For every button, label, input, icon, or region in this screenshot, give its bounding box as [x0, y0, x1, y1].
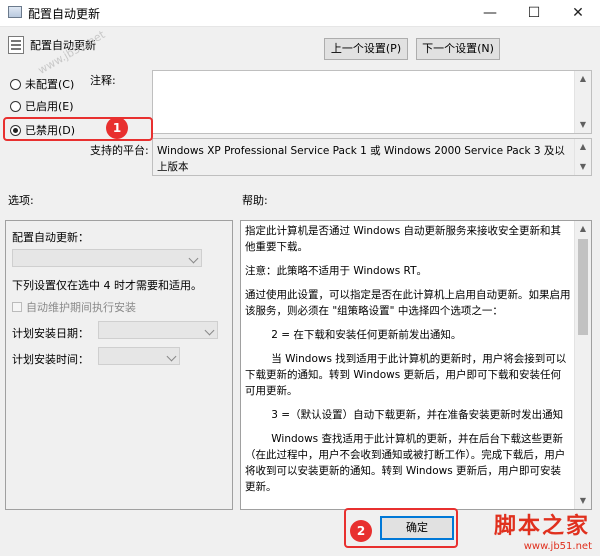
comment-label: 注释: — [90, 74, 116, 87]
maximize-button[interactable]: ☐ — [512, 0, 556, 26]
radio-not-configured[interactable]: 未配置(C) — [10, 76, 74, 92]
annotation-highlight-disabled — [3, 117, 153, 141]
scroll-up-icon[interactable]: ▲ — [575, 139, 591, 155]
help-paragraph: 3 =（默认设置）自动下载更新，并在准备安装更新时发出通知 — [271, 409, 564, 421]
scroll-down-icon[interactable]: ▼ — [575, 159, 591, 175]
help-paragraph: 通过使用此设置，可以指定是否在此计算机上启用自动更新。如果启用该服务，则必须在 … — [245, 289, 571, 317]
platform-scrollbar[interactable]: ▲ ▼ — [574, 139, 591, 175]
radio-label: 未配置(C) — [25, 78, 75, 91]
maintenance-checkbox-label: 自动维护期间执行安装 — [26, 301, 136, 314]
minimize-button[interactable]: — — [468, 0, 512, 26]
supported-platform-label: 支持的平台: — [90, 144, 149, 157]
help-text: 指定此计算机是否通过 Windows 自动更新服务来接收安全更新和其他重要下载。… — [245, 223, 571, 503]
options-note: 下列设置仅在选中 4 时才需要和适用。 — [12, 279, 202, 292]
radio-circle[interactable] — [10, 100, 21, 112]
options-panel: 配置自动更新： 下列设置仅在选中 4 时才需要和适用。 自动维护期间执行安装 计… — [5, 220, 233, 510]
chevron-down-icon — [188, 253, 199, 264]
help-paragraph: 指定此计算机是否通过 Windows 自动更新服务来接收安全更新和其他重要下载。 — [245, 225, 562, 253]
app-icon — [8, 6, 22, 18]
comment-scrollbar[interactable]: ▲ ▼ — [574, 71, 591, 133]
scroll-up-icon[interactable]: ▲ — [575, 71, 591, 87]
help-section-label: 帮助: — [242, 194, 268, 207]
help-scrollbar[interactable]: ▲ ▼ — [574, 221, 591, 509]
comment-textbox[interactable]: ▲ ▼ — [152, 70, 592, 134]
config-update-combo[interactable] — [12, 249, 202, 267]
radio-circle[interactable] — [10, 78, 21, 90]
help-paragraph: Windows 查找适用于此计算机的更新，并在后台下载这些更新（在此过程中，用户… — [245, 433, 566, 493]
install-day-combo[interactable] — [98, 321, 218, 339]
radio-enabled[interactable]: 已启用(E) — [10, 98, 74, 114]
policy-icon — [8, 36, 24, 54]
maintenance-install-option[interactable]: 自动维护期间执行安装 — [12, 299, 136, 315]
title-bar: 配置自动更新 — ☐ ✕ — [0, 0, 600, 27]
scroll-down-icon[interactable]: ▼ — [575, 493, 591, 509]
help-paragraph: 2 = 在下载和安装任何更新前发出通知。 — [271, 329, 462, 341]
supported-platform-box: Windows XP Professional Service Pack 1 或… — [152, 138, 592, 176]
window-title: 配置自动更新 — [28, 7, 101, 21]
annotation-badge-1: 1 — [106, 117, 128, 139]
annotation-badge-2: 2 — [350, 520, 372, 542]
radio-label: 已启用(E) — [25, 100, 74, 113]
help-paragraph: 当 Windows 找到适用于此计算机的更新时，用户将会接到可以下载更新的通知。… — [245, 353, 567, 397]
scroll-thumb[interactable] — [578, 239, 588, 335]
chevron-down-icon — [204, 325, 215, 336]
next-setting-button[interactable]: 下一个设置(N) — [416, 38, 500, 60]
previous-setting-button[interactable]: 上一个设置(P) — [324, 38, 408, 60]
help-paragraph: 注意：此策略不适用于 Windows RT。 — [245, 265, 427, 277]
chevron-down-icon — [166, 351, 177, 362]
config-update-label: 配置自动更新： — [12, 231, 89, 244]
brand-url: www.jb51.net — [523, 541, 592, 552]
install-day-label: 计划安装日期： — [12, 327, 89, 340]
options-section-label: 选项: — [8, 194, 34, 207]
supported-platform-text: Windows XP Professional Service Pack 1 或… — [157, 145, 565, 173]
brand-logo: 脚本之家 — [493, 513, 590, 539]
install-time-label: 计划安装时间： — [12, 353, 89, 366]
help-panel: 指定此计算机是否通过 Windows 自动更新服务来接收安全更新和其他重要下载。… — [240, 220, 592, 510]
maintenance-checkbox[interactable] — [12, 302, 22, 312]
install-time-combo[interactable] — [98, 347, 180, 365]
scroll-down-icon[interactable]: ▼ — [575, 117, 591, 133]
scroll-up-icon[interactable]: ▲ — [575, 221, 591, 237]
close-button[interactable]: ✕ — [556, 0, 600, 26]
